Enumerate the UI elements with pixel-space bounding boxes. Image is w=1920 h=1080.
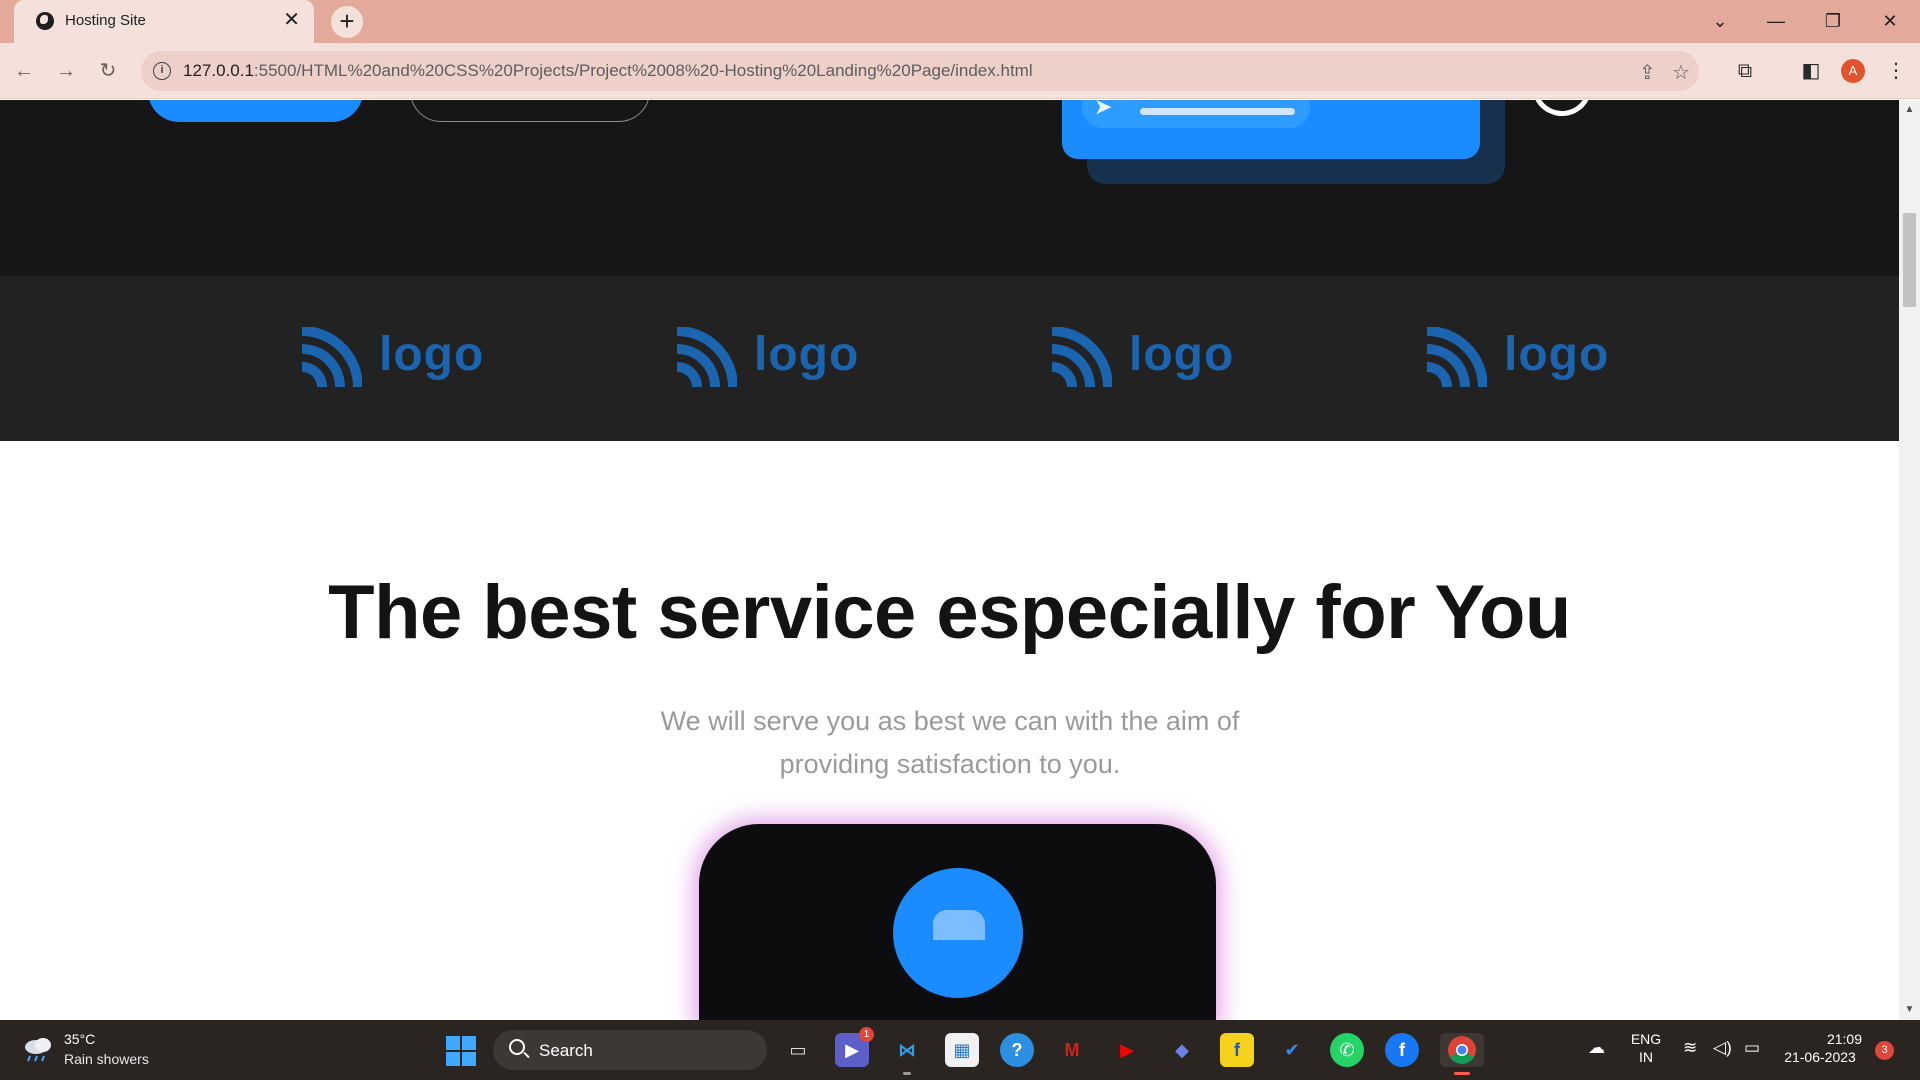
language-indicator[interactable]: ENG IN bbox=[1630, 1030, 1662, 1066]
weather-temperature[interactable]: 35°C bbox=[64, 1031, 95, 1047]
volume-icon[interactable]: ◁) bbox=[1713, 1038, 1732, 1058]
decorative-swirl bbox=[1523, 100, 1601, 125]
side-panel-icon[interactable]: ◧ bbox=[1797, 57, 1825, 85]
partner-logo-text: logo bbox=[1504, 328, 1610, 381]
signal-logo-icon bbox=[1426, 327, 1487, 388]
service-subtitle: We will serve you as best we can with th… bbox=[660, 706, 1240, 779]
browser-menu-icon[interactable]: ⋮ bbox=[1882, 57, 1910, 85]
page-viewport: ➤ logo logo logo logo The best service e… bbox=[0, 100, 1899, 1020]
partner-logos-strip: logo logo logo logo bbox=[0, 276, 1899, 441]
reload-icon[interactable]: ↻ bbox=[94, 57, 122, 85]
site-info-icon[interactable]: i bbox=[153, 62, 171, 80]
back-arrow-icon[interactable]: ← bbox=[10, 57, 38, 85]
tab-search-icon[interactable]: ⌄ bbox=[1700, 8, 1740, 34]
bookmark-star-icon[interactable]: ☆ bbox=[1672, 60, 1690, 85]
clock[interactable]: 21:09 21-06-2023 bbox=[1778, 1030, 1862, 1066]
rain-cloud-icon[interactable] bbox=[22, 1034, 54, 1064]
onedrive-warning-icon[interactable]: ☁ bbox=[1588, 1038, 1605, 1058]
notification-badge[interactable]: 3 bbox=[1875, 1041, 1894, 1060]
todo-checkmark-icon[interactable]: ✔ bbox=[1275, 1033, 1309, 1067]
globe-icon bbox=[36, 12, 54, 30]
flipkart-icon[interactable]: f bbox=[1220, 1033, 1254, 1067]
chrome-icon[interactable] bbox=[1440, 1033, 1484, 1075]
browser-tab[interactable]: Hosting Site ✕ bbox=[14, 0, 314, 43]
partner-logo-text: logo bbox=[379, 328, 485, 381]
profile-avatar[interactable]: A bbox=[1841, 59, 1865, 83]
weather-description[interactable]: Rain showers bbox=[64, 1051, 149, 1067]
mcafee-icon[interactable]: M bbox=[1055, 1033, 1089, 1067]
share-icon[interactable]: ⇪ bbox=[1639, 60, 1656, 85]
scroll-up-icon[interactable]: ▲ bbox=[1899, 102, 1920, 118]
tab-title: Hosting Site bbox=[65, 12, 146, 29]
task-view-icon[interactable]: ▭ bbox=[781, 1033, 815, 1067]
whatsapp-icon[interactable]: ✆ bbox=[1330, 1033, 1364, 1067]
hero-primary-button[interactable] bbox=[148, 100, 363, 122]
restore-button[interactable]: ❐ bbox=[1813, 8, 1853, 34]
windows-taskbar: 35°C Rain showers Search ▭ ▶ 1 ⋈ ▦ ? M ▶ … bbox=[0, 1020, 1920, 1080]
rocket-icon: ➤ bbox=[1094, 100, 1113, 119]
address-bar[interactable]: i 127.0.0.1:5500/HTML%20and%20CSS%20Proj… bbox=[141, 51, 1699, 91]
signal-logo-icon bbox=[1051, 327, 1112, 388]
vscode-icon[interactable]: ⋈ bbox=[890, 1033, 924, 1075]
power-automate-icon[interactable]: ◆ bbox=[1165, 1033, 1199, 1067]
partner-logo-text: logo bbox=[754, 328, 860, 381]
wifi-icon[interactable]: ≋ bbox=[1683, 1038, 1697, 1058]
signal-logo-icon bbox=[301, 327, 362, 388]
running-indicator bbox=[903, 1072, 911, 1075]
signal-logo-icon bbox=[676, 327, 737, 388]
partner-logo-text: logo bbox=[1129, 328, 1235, 381]
close-window-button[interactable]: ✕ bbox=[1870, 8, 1910, 34]
browser-tab-strip: Hosting Site ✕ + ⌄ — ❐ ✕ bbox=[0, 0, 1920, 43]
extensions-puzzle-icon[interactable]: ⧉ bbox=[1731, 57, 1759, 85]
search-label: Search bbox=[539, 1041, 593, 1060]
scroll-down-icon[interactable]: ▼ bbox=[1899, 1002, 1920, 1018]
page-scrollbar[interactable]: ▲ ▼ bbox=[1899, 100, 1920, 1020]
hero-card-line bbox=[1140, 108, 1295, 115]
battery-icon[interactable]: ▭ bbox=[1744, 1038, 1760, 1058]
facebook-icon[interactable]: f bbox=[1385, 1033, 1419, 1067]
active-indicator bbox=[1454, 1072, 1470, 1075]
teams-chat-icon[interactable]: ▶ 1 bbox=[835, 1027, 874, 1067]
get-help-icon[interactable]: ? bbox=[1000, 1033, 1034, 1067]
new-tab-button[interactable]: + bbox=[331, 6, 363, 38]
chrome-logo-icon bbox=[1448, 1036, 1476, 1064]
search-icon bbox=[509, 1039, 525, 1055]
scrollbar-thumb[interactable] bbox=[1903, 213, 1916, 307]
taskbar-search[interactable]: Search bbox=[493, 1030, 767, 1070]
service-title: The best service especially for You bbox=[328, 570, 1571, 655]
tab-close-icon[interactable]: ✕ bbox=[283, 9, 300, 31]
microsoft-store-icon[interactable]: ▦ bbox=[945, 1033, 979, 1067]
url-text[interactable]: 127.0.0.1:5500/HTML%20and%20CSS%20Projec… bbox=[183, 61, 1033, 81]
windows-start-icon[interactable] bbox=[446, 1036, 476, 1066]
server-icon bbox=[933, 910, 985, 940]
teams-badge: 1 bbox=[859, 1027, 874, 1042]
forward-arrow-icon[interactable]: → bbox=[52, 57, 80, 85]
hero-section: ➤ bbox=[0, 100, 1899, 276]
hero-secondary-button[interactable] bbox=[410, 100, 650, 122]
minimize-button[interactable]: — bbox=[1756, 8, 1796, 34]
youtube-icon[interactable]: ▶ bbox=[1110, 1033, 1144, 1067]
browser-toolbar: ← → ↻ i 127.0.0.1:5500/HTML%20and%20CSS%… bbox=[0, 43, 1920, 99]
